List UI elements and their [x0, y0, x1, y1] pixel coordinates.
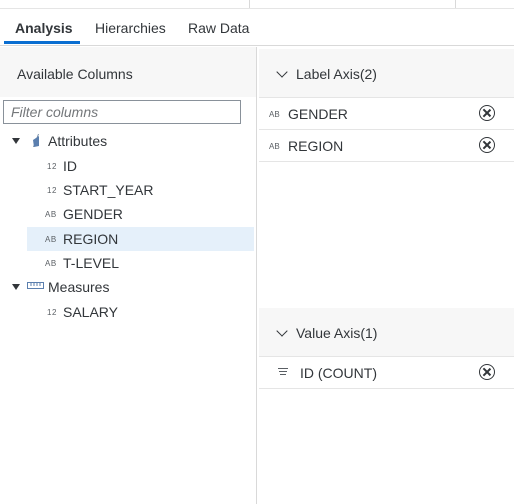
- text-type-icon: AB: [45, 259, 57, 268]
- tree-item-label: REGION: [63, 231, 119, 247]
- label-axis-item-gender[interactable]: AB GENDER: [259, 98, 514, 130]
- axis-configuration-panel: Label Axis(2) AB GENDER AB REGION Value …: [259, 47, 514, 504]
- attribute-icon: [33, 134, 39, 147]
- label-axis-header[interactable]: Label Axis(2): [259, 49, 514, 98]
- remove-circle-icon[interactable]: [479, 105, 495, 121]
- numeric-type-icon: 12: [47, 186, 57, 195]
- measure-lines-icon: [278, 368, 288, 377]
- text-type-icon: AB: [269, 110, 280, 119]
- tree-item-label: T-LEVEL: [63, 255, 120, 271]
- tree-item-id[interactable]: 12 ID: [0, 154, 254, 178]
- numeric-type-icon: 12: [47, 162, 57, 171]
- axis-item-label: GENDER: [288, 106, 348, 122]
- remove-circle-icon[interactable]: [479, 137, 495, 153]
- toolbar-separator: [455, 0, 456, 8]
- tab-bar: Analysis Hierarchies Raw Data: [0, 9, 514, 46]
- value-axis-item-id-count[interactable]: ID (COUNT): [259, 357, 514, 389]
- tab-raw-data[interactable]: Raw Data: [188, 20, 249, 36]
- text-type-icon: AB: [45, 210, 57, 219]
- tree-item-gender[interactable]: AB GENDER: [0, 202, 254, 226]
- available-columns-title: Available Columns: [17, 66, 133, 82]
- value-axis-title: Value Axis(1): [296, 325, 378, 341]
- axis-item-label: ID (COUNT): [300, 365, 377, 381]
- tree-group-attributes[interactable]: Attributes: [0, 129, 254, 153]
- label-axis-title: Label Axis(2): [296, 66, 377, 82]
- tree-item-label: START_YEAR: [63, 182, 154, 198]
- label-axis-item-region[interactable]: AB REGION: [259, 130, 514, 162]
- tree-item-start-year[interactable]: 12 START_YEAR: [0, 178, 254, 202]
- tree-group-label: Measures: [48, 279, 110, 295]
- panel-divider[interactable]: [256, 47, 257, 504]
- tree-item-label: GENDER: [63, 206, 123, 222]
- tree-item-salary[interactable]: 12 SALARY: [0, 300, 254, 324]
- expand-arrow-icon[interactable]: [12, 284, 20, 290]
- axis-item-label: REGION: [288, 138, 344, 154]
- tab-hierarchies[interactable]: Hierarchies: [95, 20, 166, 36]
- expand-arrow-icon[interactable]: [12, 138, 20, 144]
- tree-item-label: ID: [63, 158, 77, 174]
- value-axis-header[interactable]: Value Axis(1): [259, 308, 514, 357]
- ruler-icon: [27, 282, 44, 289]
- available-columns-header: Available Columns: [0, 47, 256, 97]
- text-type-icon: AB: [269, 142, 280, 151]
- remove-circle-icon[interactable]: [479, 364, 495, 380]
- chevron-down-icon[interactable]: [276, 66, 288, 78]
- tree-item-region[interactable]: AB REGION: [27, 227, 254, 251]
- text-type-icon: AB: [45, 235, 57, 244]
- tree-group-label: Attributes: [48, 133, 108, 149]
- tree-item-label: SALARY: [63, 304, 118, 320]
- tree-group-measures[interactable]: Measures: [0, 275, 254, 299]
- numeric-type-icon: 12: [47, 308, 57, 317]
- filter-columns-input[interactable]: [3, 100, 241, 124]
- chevron-down-icon[interactable]: [276, 325, 288, 337]
- active-tab-indicator: [4, 41, 80, 44]
- toolbar-separator: [249, 0, 250, 8]
- available-columns-panel: Available Columns Attributes 12 ID 12 ST…: [0, 47, 256, 504]
- top-toolbar-strip: [0, 0, 514, 9]
- tab-analysis[interactable]: Analysis: [15, 20, 73, 36]
- tree-item-t-level[interactable]: AB T-LEVEL: [0, 251, 254, 275]
